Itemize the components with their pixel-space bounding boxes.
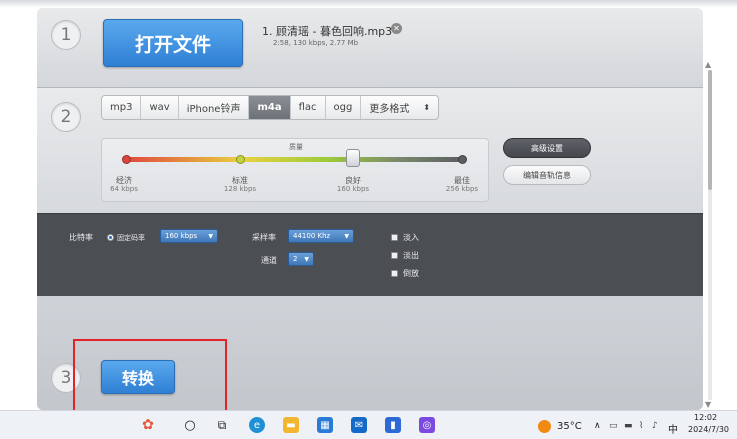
caret-down-icon: ▼ <box>344 232 349 240</box>
channels-select[interactable]: 2 ▼ <box>288 252 314 266</box>
advanced-settings-button[interactable]: 高级设置 <box>503 138 591 158</box>
ime-indicator[interactable]: 中 <box>668 421 678 436</box>
task-view-icon[interactable]: ⧉ <box>214 417 230 433</box>
format-tab-ogg[interactable]: ogg <box>326 96 362 119</box>
fade-in-checkbox[interactable] <box>391 234 398 241</box>
samplerate-select[interactable]: 44100 Khz ▼ <box>288 229 354 243</box>
step-number-2: 2 <box>51 102 81 132</box>
fade-in-label: 淡入 <box>403 233 419 242</box>
quality-track[interactable] <box>124 157 464 162</box>
clock-date[interactable]: 2024/7/30 <box>688 425 729 434</box>
format-tab-more[interactable]: 更多格式 ⬍ <box>361 96 438 119</box>
scroll-down-icon[interactable]: ▼ <box>705 400 711 409</box>
quality-stop-economy[interactable] <box>122 155 131 164</box>
quality-kbps-best: 256 kbps <box>445 185 479 193</box>
edit-track-info-button[interactable]: 编辑音轨信息 <box>503 165 591 185</box>
search-icon[interactable]: ○ <box>182 417 198 433</box>
fade-out-checkbox[interactable] <box>391 252 398 259</box>
network-icon[interactable]: ▭ <box>609 421 618 431</box>
media-app-icon[interactable]: ◎ <box>419 417 435 433</box>
volume-icon[interactable]: ♪ <box>652 421 658 431</box>
format-tab-m4a[interactable]: m4a <box>249 96 291 119</box>
constant-bitrate-radio[interactable] <box>107 234 114 241</box>
open-file-button[interactable]: 打开文件 <box>103 19 243 67</box>
file-explorer-icon[interactable]: ▬ <box>283 417 299 433</box>
weather-temp[interactable]: 35°C <box>557 421 582 432</box>
widgets-icon[interactable]: ✿ <box>128 417 168 433</box>
app-icon[interactable]: ▮ <box>385 417 401 433</box>
step-number-1: 1 <box>51 20 81 50</box>
file-name: 1. 顾清瑶 - 暮色回响.mp3 <box>262 25 393 38</box>
quality-kbps-standard: 128 kbps <box>223 185 257 193</box>
format-tabs: mp3 wav iPhone铃声 m4a flac ogg 更多格式 ⬍ <box>101 95 440 120</box>
mail-icon[interactable]: ✉ <box>351 417 367 433</box>
format-tab-mp3[interactable]: mp3 <box>102 96 142 119</box>
file-meta: 2:58, 130 kbps, 2.77 Mb <box>273 39 359 47</box>
caret-down-icon: ▼ <box>304 255 309 263</box>
format-tab-wav[interactable]: wav <box>141 96 179 119</box>
samplerate-label: 采样率 <box>252 233 276 242</box>
reverse-label: 倒放 <box>403 269 419 278</box>
weather-icon[interactable] <box>538 420 551 433</box>
remove-file-icon[interactable]: ✕ <box>391 23 402 34</box>
window-top-edge <box>0 0 737 8</box>
quality-slider-thumb[interactable] <box>346 149 360 167</box>
scroll-up-icon[interactable]: ▲ <box>705 60 711 69</box>
edge-browser-icon[interactable]: e <box>249 417 265 433</box>
quality-stop-best[interactable] <box>458 155 467 164</box>
samplerate-value: 44100 Khz <box>293 232 331 240</box>
quality-title: 质量 <box>289 143 303 151</box>
quality-kbps-good: 160 kbps <box>336 185 370 193</box>
quality-kbps-economy: 64 kbps <box>110 185 138 193</box>
channels-label: 通道 <box>261 256 277 265</box>
quality-slider-box: 质量 经济 64 kbps 标准 128 kbps 良好 160 kbps 最佳… <box>101 138 489 202</box>
quality-stop-standard[interactable] <box>236 155 245 164</box>
bitrate-value: 160 kbps <box>165 232 198 240</box>
constant-bitrate-label: 固定码率 <box>117 234 145 242</box>
reverse-checkbox[interactable] <box>391 270 398 277</box>
caret-down-icon: ▼ <box>208 232 213 240</box>
clock-time[interactable]: 12:02 <box>694 413 717 422</box>
fade-out-label: 淡出 <box>403 251 419 260</box>
updown-icon: ⬍ <box>423 103 431 112</box>
scrollbar-thumb[interactable] <box>708 70 712 190</box>
format-tab-iphone-ringtone[interactable]: iPhone铃声 <box>179 96 250 119</box>
step-open-panel: 1 打开文件 1. 顾清瑶 - 暮色回响.mp3 ✕ 2:58, 130 kbp… <box>37 8 703 88</box>
format-tab-flac[interactable]: flac <box>291 96 326 119</box>
battery-icon[interactable]: ▬ <box>624 421 633 431</box>
bitrate-label: 比特率 <box>69 233 93 242</box>
bitrate-select[interactable]: 160 kbps ▼ <box>160 229 218 243</box>
tray-chevron-icon[interactable]: ∧ <box>594 421 601 431</box>
more-formats-label: 更多格式 <box>369 104 410 115</box>
wifi-icon[interactable]: ⌇ <box>639 421 643 431</box>
store-icon[interactable]: ▦ <box>317 417 333 433</box>
advanced-settings-panel: 比特率 固定码率 160 kbps ▼ 采样率 44100 Khz ▼ 通道 2 ▼ … <box>37 213 703 296</box>
channels-value: 2 <box>293 255 298 263</box>
